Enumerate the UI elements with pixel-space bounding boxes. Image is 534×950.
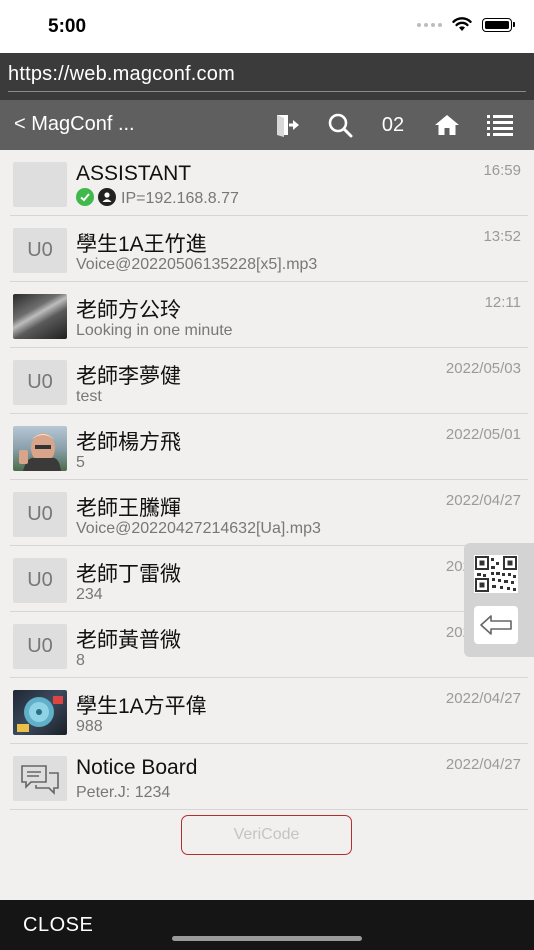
avatar: U0 (13, 360, 67, 405)
avatar-initials: U0 (27, 635, 53, 657)
list-menu-icon (487, 115, 513, 136)
contact-name: 老師王騰輝 (76, 497, 181, 520)
back-arrow-icon (480, 615, 512, 635)
side-panel (464, 543, 534, 657)
search-button[interactable] (325, 110, 355, 140)
contact-subtitle-row: IP=192.168.8.77 (76, 188, 239, 208)
back-arrow-button[interactable] (474, 606, 518, 644)
contact-subtitle: IP=192.168.8.77 (121, 190, 239, 208)
url-text[interactable]: https://web.magconf.com (8, 63, 235, 86)
avatar: U0 (13, 558, 67, 603)
avatar: U0 (13, 228, 67, 273)
list-item[interactable]: U0 老師丁雷微 234 2022/04/27 (0, 546, 534, 612)
list-item[interactable]: ASSISTANT IP=192.168.8.77 16:59 (0, 150, 534, 216)
contact-name: Notice Board (76, 756, 198, 779)
contact-subtitle: 8 (76, 652, 85, 669)
status-time: 5:00 (48, 16, 87, 37)
message-time: 2022/05/01 (445, 426, 521, 443)
avatar-photo (13, 294, 67, 339)
divider (10, 809, 528, 810)
contact-subtitle: Peter.J: 1234 (76, 784, 171, 801)
avatar: U0 (13, 624, 67, 669)
avatar-initials: U0 (27, 503, 53, 525)
nav-bar: < MagConf ... 02 (0, 100, 534, 150)
search-icon (328, 113, 353, 138)
contact-subtitle: 5 (76, 454, 85, 471)
contact-name: 學生1A王竹進 (76, 233, 207, 256)
contact-name: 學生1A方平偉 (76, 695, 207, 718)
avatar-initials: U0 (27, 239, 53, 261)
contact-subtitle: 988 (76, 718, 103, 735)
list-item[interactable]: U0 學生1A王竹進 Voice@20220506135228[x5].mp3 … (0, 216, 534, 282)
contact-name: 老師李夢健 (76, 365, 181, 388)
contact-name: 老師方公玲 (76, 299, 181, 322)
chat-bubbles-icon (21, 764, 59, 795)
list-item[interactable]: 學生1A方平偉 988 2022/04/27 (0, 678, 534, 744)
message-time: 12:11 (484, 294, 521, 311)
contact-name: 老師丁雷微 (76, 563, 181, 586)
message-time: 2022/04/27 (445, 492, 521, 509)
list-item[interactable]: U0 老師李夢健 test 2022/05/03 (0, 348, 534, 414)
contact-name: ASSISTANT (76, 162, 192, 185)
close-button[interactable]: CLOSE (23, 914, 93, 937)
url-bar[interactable]: https://web.magconf.com (0, 53, 534, 100)
contact-subtitle: Voice@20220506135228[x5].mp3 (76, 256, 318, 273)
avatar (13, 162, 67, 207)
vericode-label: VeriCode (233, 826, 300, 843)
avatar (13, 756, 67, 801)
url-underline (8, 91, 526, 92)
contact-subtitle: Voice@20220427214632[Ua].mp3 (76, 520, 321, 537)
home-button[interactable] (432, 110, 462, 140)
qr-code-button[interactable] (474, 555, 518, 593)
contact-subtitle: test (76, 388, 102, 405)
qr-code-icon (475, 556, 517, 592)
avatar-photo (13, 690, 67, 735)
menu-button[interactable] (485, 110, 515, 140)
contact-subtitle: Looking in one minute (76, 322, 233, 339)
message-time: 2022/04/27 (445, 756, 521, 773)
back-button[interactable]: < MagConf ... (14, 113, 135, 136)
exit-button[interactable] (272, 110, 302, 140)
contact-subtitle: 234 (76, 586, 103, 603)
contact-name: 老師黃普微 (76, 629, 181, 652)
person-circle-icon (98, 188, 116, 206)
message-time: 16:59 (483, 162, 521, 179)
avatar-initials: U0 (27, 569, 53, 591)
avatar: U0 (13, 492, 67, 537)
list-item[interactable]: Notice Board Peter.J: 1234 2022/04/27 (0, 744, 534, 810)
status-icons (417, 17, 515, 32)
home-indicator[interactable] (172, 936, 362, 941)
status-bar: 5:00 (0, 0, 534, 53)
vericode-button[interactable]: VeriCode (181, 815, 352, 855)
list-item[interactable]: U0 老師王騰輝 Voice@20220427214632[Ua].mp3 20… (0, 480, 534, 546)
list-item[interactable]: U0 老師黃普微 8 2022/04/27 (0, 612, 534, 678)
count-badge[interactable]: 02 (376, 110, 410, 140)
wifi-icon (452, 17, 472, 31)
battery-icon (482, 17, 515, 32)
check-circle-icon (76, 188, 94, 206)
bottom-bar: CLOSE (0, 900, 534, 950)
list-item[interactable]: 老師楊方飛 5 2022/05/01 (0, 414, 534, 480)
count-label: 02 (381, 113, 405, 136)
message-time: 13:52 (483, 228, 521, 245)
home-icon (435, 115, 459, 135)
message-time: 2022/05/03 (445, 360, 521, 377)
exit-icon (277, 115, 299, 137)
avatar-photo (13, 426, 67, 471)
cellular-signal-icon (417, 22, 442, 27)
avatar-initials: U0 (27, 371, 53, 393)
message-time: 2022/04/27 (445, 690, 521, 707)
contact-name: 老師楊方飛 (76, 431, 181, 454)
list-item[interactable]: 老師方公玲 Looking in one minute 12:11 (0, 282, 534, 348)
